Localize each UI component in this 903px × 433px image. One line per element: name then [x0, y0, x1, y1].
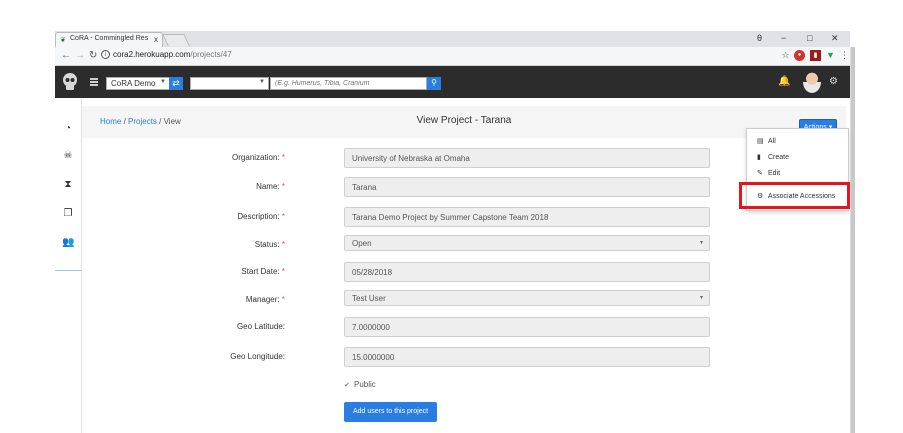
organization-field[interactable]: University of Nebraska at Omaha: [344, 148, 710, 168]
required-mark: *: [281, 295, 285, 304]
sidebar-divider: [55, 270, 82, 271]
bookmark-star-icon[interactable]: ☆: [780, 50, 791, 61]
manager-select[interactable]: Test User ▾: [344, 290, 710, 306]
maximize-icon[interactable]: □: [807, 33, 812, 43]
search-icon: ⚲: [431, 78, 437, 87]
chevron-down-icon: ▾: [699, 295, 703, 301]
organization-label: Organization: *: [232, 153, 285, 162]
hamburger-menu-icon[interactable]: [90, 78, 98, 86]
favicon-icon: ❦: [60, 37, 66, 44]
page-title: View Project - Tarana: [416, 115, 512, 126]
form-row-status: Status: * Open ▾: [82, 235, 802, 255]
pdf-extension-icon[interactable]: ▮: [810, 50, 821, 61]
start-date-label: Start Date: *: [241, 267, 285, 276]
required-mark: *: [281, 153, 285, 162]
name-label: Name: *: [256, 182, 285, 191]
file-icon: ▮: [757, 154, 761, 161]
tab-close-icon[interactable]: x: [154, 35, 158, 44]
organization-select-value: CoRA Demo: [111, 79, 156, 88]
menu-item-create[interactable]: ▮ Create: [757, 153, 789, 161]
geo-longitude-label: Geo Longitude:: [230, 352, 285, 361]
chevron-down-icon: ▼: [259, 79, 265, 85]
info-icon[interactable]: i: [101, 50, 110, 60]
sidebar: ◔ ☠ ⧗ ❐ 👥: [55, 98, 82, 433]
status-select[interactable]: Open ▾: [344, 235, 710, 251]
form-row-name: Name: * Tarana: [82, 177, 802, 197]
public-checkbox-row[interactable]: ✔ Public: [344, 380, 376, 389]
browser-tab-strip: ❦ CoRA - Commingled Res x θ − □ ✕: [55, 31, 850, 47]
search-input[interactable]: [270, 77, 427, 90]
page-header: Home / Projects / View View Project - Ta…: [82, 106, 846, 138]
menu-item-all[interactable]: ▤ All: [757, 137, 776, 145]
edit-icon: ✎: [757, 170, 763, 177]
status-select-value: Open: [352, 239, 372, 248]
list-icon: ▤: [757, 138, 764, 145]
main-content: Home / Projects / View View Project - Ta…: [82, 98, 850, 433]
menu-item-label: Edit: [768, 170, 781, 177]
reload-icon[interactable]: ↻: [89, 50, 97, 61]
url-field[interactable]: i cora2.herokuapp.com/projects/47: [101, 50, 751, 63]
chevron-down-icon: ▾: [699, 240, 703, 246]
organization-select[interactable]: CoRA Demo ▼: [106, 77, 170, 90]
form-row-description: Description: * Tarana Demo Project by Su…: [82, 207, 802, 227]
avatar[interactable]: [803, 71, 821, 93]
checkbox-checked-icon[interactable]: ✔: [344, 381, 351, 389]
required-mark: *: [281, 182, 285, 191]
form-row-organization: Organization: * University of Nebraska a…: [82, 148, 802, 168]
profile-icon[interactable]: θ: [757, 33, 762, 43]
browser-address-bar: ← → ↻ i cora2.herokuapp.com/projects/47 ☆…: [55, 47, 850, 66]
browser-menu-icon[interactable]: ⋮: [839, 50, 850, 61]
required-mark: *: [281, 267, 285, 276]
browser-tab[interactable]: ❦ CoRA - Commingled Res x: [55, 32, 163, 47]
search-button[interactable]: ⚲: [427, 77, 441, 90]
skull-icon[interactable]: ☠: [62, 150, 74, 162]
highlight-annotation-box: [739, 182, 850, 209]
menu-item-edit[interactable]: ✎ Edit: [757, 169, 780, 177]
page-scrollbar[interactable]: [850, 47, 855, 433]
menu-item-label: Create: [768, 154, 790, 161]
minimize-icon[interactable]: −: [781, 33, 786, 43]
search-type-select[interactable]: ▼: [190, 77, 269, 90]
public-label: Public: [354, 380, 376, 389]
required-mark: *: [281, 240, 285, 249]
status-label: Status: *: [254, 240, 285, 249]
hourglass-icon[interactable]: ⧗: [62, 179, 74, 191]
bell-icon[interactable]: 🔔: [778, 76, 790, 87]
swap-button[interactable]: ⇄: [169, 77, 183, 90]
form-row-manager: Manager: * Test User ▾: [82, 290, 802, 310]
forward-arrow-icon[interactable]: →: [75, 50, 85, 61]
manager-select-value: Test User: [352, 294, 386, 303]
geo-latitude-label: Geo Latitude:: [236, 322, 285, 331]
description-field[interactable]: Tarana Demo Project by Summer Capstone T…: [344, 207, 710, 227]
browser-tab-title: CoRA - Commingled Res: [70, 35, 149, 42]
app-navbar: CoRA Demo ▼ ⇄ ▼ ⚲ 🔔 ⚙: [55, 66, 850, 98]
settings-gears-icon[interactable]: ⚙: [829, 76, 838, 87]
new-tab-button[interactable]: [162, 34, 190, 46]
name-field[interactable]: Tarana: [344, 177, 710, 197]
close-window-icon[interactable]: ✕: [831, 33, 839, 44]
copy-icon[interactable]: ❐: [62, 208, 74, 220]
geo-longitude-field[interactable]: 15.0000000: [344, 347, 710, 367]
scrollbar-thumb[interactable]: [851, 47, 855, 433]
manager-label: Manager: *: [245, 295, 285, 304]
dashboard-icon[interactable]: ◔: [62, 123, 74, 135]
form-row-start-date: Start Date: * 05/28/2018: [82, 262, 802, 282]
menu-item-label: All: [768, 138, 776, 145]
users-icon[interactable]: 👥: [62, 237, 74, 249]
geo-latitude-field[interactable]: 7.0000000: [344, 317, 710, 337]
url-host: cora2.herokuapp.com: [113, 50, 191, 59]
skull-logo-icon[interactable]: [61, 72, 79, 92]
back-arrow-icon[interactable]: ←: [61, 50, 71, 61]
url-path: /projects/47: [190, 50, 232, 59]
description-label: Description: *: [237, 212, 285, 221]
vue-extension-icon[interactable]: ▼: [825, 50, 836, 61]
adblock-icon[interactable]: ●: [794, 50, 805, 61]
form-row-geo-longitude: Geo Longitude: 15.0000000: [82, 347, 802, 367]
required-mark: *: [281, 212, 285, 221]
form-row-geo-latitude: Geo Latitude: 7.0000000: [82, 317, 802, 337]
add-users-button[interactable]: Add users to this project: [344, 402, 437, 422]
chevron-down-icon: ▼: [160, 79, 166, 85]
start-date-field[interactable]: 05/28/2018: [344, 262, 710, 282]
